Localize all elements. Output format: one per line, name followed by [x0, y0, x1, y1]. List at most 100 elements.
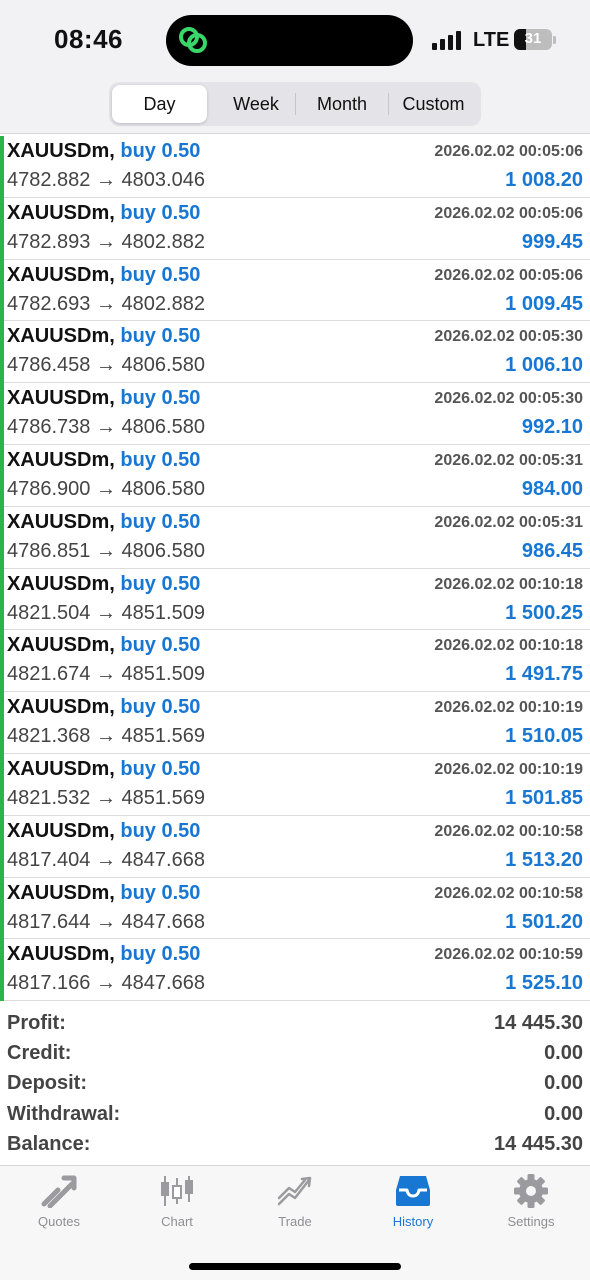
deal-prices: 4786.738 → 4806.580	[7, 416, 205, 439]
summary-value: 0.00	[544, 1102, 583, 1125]
buy-indicator	[0, 259, 4, 322]
deal-date: 2026.02.02 00:05:30	[434, 390, 583, 408]
deal-symbol: XAUUSDm,	[7, 140, 115, 162]
summary-label: Credit:	[7, 1042, 72, 1065]
deal-action: buy 0.50	[120, 201, 201, 224]
deal-prices: 4821.674 → 4851.509	[7, 663, 205, 686]
deal-date: 2026.02.02 00:05:06	[434, 204, 583, 222]
deal-prices: 4821.368 → 4851.569	[7, 725, 205, 748]
deal-symbol: XAUUSDm,	[7, 448, 115, 471]
deal-profit: 1 491.75	[505, 663, 583, 686]
deal-prices: 4817.644 → 4847.668	[7, 910, 205, 933]
deal-profit: 1 006.10	[505, 354, 583, 377]
deal-profit: 1 501.85	[505, 786, 583, 809]
deal-row[interactable]: XAUUSDm, buy 0.50 2026.02.02 00:10:58 48…	[0, 815, 590, 878]
deal-profit: 1 501.20	[505, 910, 583, 933]
summary-balance: Balance: 14 445.30	[7, 1131, 583, 1161]
tab-history[interactable]: History	[354, 1174, 472, 1234]
buy-indicator	[0, 877, 4, 940]
buy-indicator	[0, 197, 4, 260]
deal-row[interactable]: XAUUSDm, buy 0.50 2026.02.02 00:05:31 47…	[0, 444, 590, 507]
deal-profit: 986.45	[521, 539, 583, 562]
deal-date: 2026.02.02 00:10:18	[434, 637, 583, 655]
dynamic-island	[166, 15, 413, 66]
battery-icon: 31	[514, 29, 552, 50]
deal-action: buy 0.50	[120, 819, 201, 842]
buy-indicator	[0, 753, 4, 816]
deal-row[interactable]: XAUUSDm, buy 0.50 2026.02.02 00:10:18 48…	[0, 630, 590, 693]
summary-value: 14 445.30	[494, 1012, 583, 1034]
tab-trade[interactable]: Trade	[236, 1174, 354, 1234]
deal-date: 2026.02.02 00:05:31	[434, 513, 583, 531]
deal-prices: 4782.882 → 4803.046	[7, 169, 205, 191]
deal-row[interactable]: XAUUSDm, buy 0.50 2026.02.02 00:05:30 47…	[0, 321, 590, 384]
deal-row[interactable]: XAUUSDm, buy 0.50 2026.02.02 00:05:06 47…	[0, 136, 590, 198]
buy-indicator	[0, 568, 4, 631]
deal-profit: 1 009.45	[505, 292, 583, 315]
deal-date: 2026.02.02 00:05:06	[434, 266, 583, 284]
deal-action: buy 0.50	[120, 943, 201, 966]
quotes-icon	[41, 1175, 77, 1208]
deal-prices: 4782.693 → 4802.882	[7, 292, 205, 315]
tab-custom[interactable]: Custom	[389, 85, 478, 123]
deal-date: 2026.02.02 00:10:19	[434, 760, 583, 778]
deal-symbol: XAUUSDm,	[7, 757, 115, 780]
deal-row[interactable]: XAUUSDm, buy 0.50 2026.02.02 00:10:18 48…	[0, 568, 590, 631]
deal-action: buy 0.50	[120, 881, 201, 904]
deal-row[interactable]: XAUUSDm, buy 0.50 2026.02.02 00:05:31 47…	[0, 506, 590, 569]
deal-action: buy 0.50	[120, 263, 201, 286]
deal-symbol: XAUUSDm,	[7, 201, 115, 224]
deal-prices: 4821.532 → 4851.569	[7, 786, 205, 809]
deal-profit: 1 500.25	[505, 601, 583, 624]
buy-indicator	[0, 815, 4, 878]
deal-row[interactable]: XAUUSDm, buy 0.50 2026.02.02 00:10:19 48…	[0, 692, 590, 754]
deal-prices: 4786.851 → 4806.580	[7, 539, 205, 562]
buy-indicator	[0, 444, 4, 507]
buy-indicator	[0, 692, 4, 754]
deal-profit: 1 008.20	[505, 169, 583, 191]
buy-indicator	[0, 630, 4, 693]
summary-credit: Credit: 0.00	[7, 1040, 583, 1070]
deal-symbol: XAUUSDm,	[7, 510, 115, 533]
deal-action: buy 0.50	[120, 696, 201, 719]
tab-day[interactable]: Day	[112, 85, 207, 123]
deal-prices: 4786.458 → 4806.580	[7, 354, 205, 377]
deals-list: XAUUSDm, buy 0.50 2026.02.02 00:05:06 47…	[0, 136, 590, 1002]
deal-row[interactable]: XAUUSDm, buy 0.50 2026.02.02 00:05:06 47…	[0, 259, 590, 322]
summary-value: 0.00	[544, 1072, 583, 1095]
deal-row[interactable]: XAUUSDm, buy 0.50 2026.02.02 00:05:06 47…	[0, 197, 590, 260]
chart-icon	[161, 1176, 193, 1206]
deal-row[interactable]: XAUUSDm, buy 0.50 2026.02.02 00:05:30 47…	[0, 383, 590, 445]
summary-value: 0.00	[544, 1042, 583, 1065]
status-time: 08:46	[54, 24, 123, 54]
tab-label: Trade	[278, 1214, 312, 1229]
deal-action: buy 0.50	[120, 572, 201, 595]
home-indicator[interactable]	[189, 1263, 401, 1270]
deal-profit: 984.00	[521, 477, 583, 500]
deal-action: buy 0.50	[120, 325, 201, 348]
buy-indicator	[0, 321, 4, 384]
top-area: 08:46 LTE 31 Day Week Month Custom	[0, 0, 590, 134]
deal-action: buy 0.50	[120, 140, 201, 162]
tab-chart[interactable]: Chart	[118, 1174, 236, 1234]
account-summary: Profit: 14 445.30 Credit: 0.00 Deposit: …	[7, 1010, 583, 1161]
deal-profit: 1 513.20	[505, 848, 583, 871]
tab-month[interactable]: Month	[296, 85, 388, 123]
deal-prices: 4817.166 → 4847.668	[7, 972, 205, 995]
tab-settings[interactable]: Settings	[472, 1174, 590, 1234]
gear-icon	[514, 1174, 548, 1208]
deal-action: buy 0.50	[120, 387, 201, 410]
tab-label: History	[392, 1214, 434, 1229]
trade-icon	[277, 1176, 312, 1206]
deal-row[interactable]: XAUUSDm, buy 0.50 2026.02.02 00:10:58 48…	[0, 877, 590, 940]
tab-week[interactable]: Week	[209, 85, 303, 123]
deal-prices: 4821.504 → 4851.509	[7, 601, 205, 624]
deal-date: 2026.02.02 00:10:58	[434, 884, 583, 902]
deal-row[interactable]: XAUUSDm, buy 0.50 2026.02.02 00:10:59 48…	[0, 939, 590, 1002]
deal-action: buy 0.50	[120, 448, 201, 471]
deal-symbol: XAUUSDm,	[7, 634, 115, 657]
period-segmented-control: Day Week Month Custom	[109, 82, 481, 126]
deal-row[interactable]: XAUUSDm, buy 0.50 2026.02.02 00:10:19 48…	[0, 753, 590, 816]
tab-quotes[interactable]: Quotes	[0, 1174, 118, 1234]
deal-date: 2026.02.02 00:10:58	[434, 822, 583, 840]
